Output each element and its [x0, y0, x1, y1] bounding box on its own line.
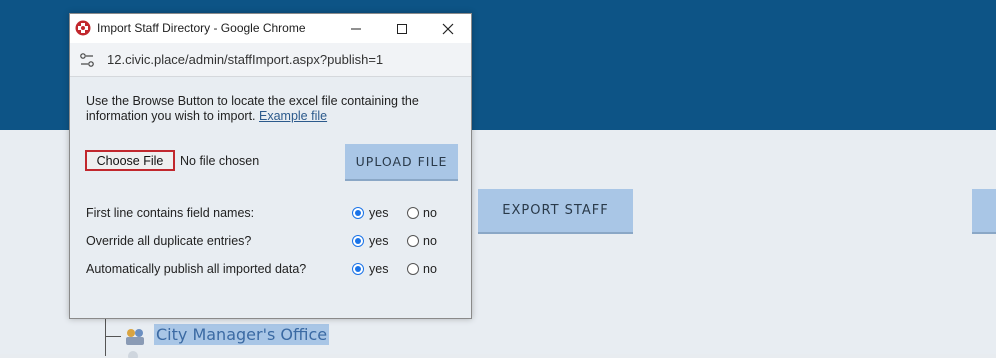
app-logo-icon: [75, 20, 91, 36]
radio-no[interactable]: [407, 207, 419, 219]
example-file-link[interactable]: Example file: [259, 109, 327, 123]
option-label: First line contains field names:: [86, 206, 255, 220]
radio-yes[interactable]: [352, 235, 364, 247]
radio-yes[interactable]: [352, 207, 364, 219]
upload-file-button[interactable]: UPLOAD FILE: [345, 144, 458, 179]
radio-no[interactable]: [407, 263, 419, 275]
department-icon: [128, 351, 138, 358]
tree-item-city-managers-office[interactable]: City Manager's Office: [154, 324, 330, 345]
option-label: Override all duplicate entries?: [86, 234, 252, 248]
radio-no-label: no: [423, 234, 437, 248]
option-label: Automatically publish all imported data?: [86, 262, 307, 276]
no-file-status: No file chosen: [180, 154, 260, 168]
radio-yes-label: yes: [369, 262, 389, 276]
minimize-icon: [351, 28, 361, 29]
option-row-auto-publish: Automatically publish all imported data?…: [86, 261, 456, 279]
department-icon: [126, 329, 144, 345]
import-staff-window: Import Staff Directory - Google Chrome 1…: [69, 13, 472, 319]
partial-button[interactable]: [972, 189, 996, 232]
close-button[interactable]: [425, 14, 471, 43]
close-icon: [442, 23, 454, 34]
radio-no-label: no: [423, 262, 437, 276]
maximize-button[interactable]: [379, 14, 425, 43]
site-settings-icon[interactable]: [78, 51, 96, 69]
minimize-button[interactable]: [333, 14, 379, 43]
radio-no-label: no: [423, 206, 437, 220]
maximize-icon: [397, 23, 407, 34]
intro-sentence: Use the Browse Button to locate the exce…: [86, 94, 419, 123]
intro-text: Use the Browse Button to locate the exce…: [86, 94, 456, 124]
choose-file-button[interactable]: Choose File: [85, 150, 175, 171]
window-titlebar: Import Staff Directory - Google Chrome: [70, 14, 471, 43]
radio-no[interactable]: [407, 235, 419, 247]
export-staff-button[interactable]: EXPORT STAFF: [478, 189, 633, 232]
tree-branch: [105, 336, 121, 337]
option-row-override: Override all duplicate entries? yes no: [86, 233, 456, 251]
radio-yes[interactable]: [352, 263, 364, 275]
url-text[interactable]: 12.civic.place/admin/staffImport.aspx?pu…: [107, 52, 383, 67]
radio-yes-label: yes: [369, 206, 389, 220]
dialog-content: Use the Browse Button to locate the exce…: [70, 77, 471, 318]
window-title: Import Staff Directory - Google Chrome: [97, 21, 306, 35]
option-row-first-line: First line contains field names: yes no: [86, 205, 456, 223]
address-bar: 12.civic.place/admin/staffImport.aspx?pu…: [70, 43, 471, 77]
radio-yes-label: yes: [369, 234, 389, 248]
